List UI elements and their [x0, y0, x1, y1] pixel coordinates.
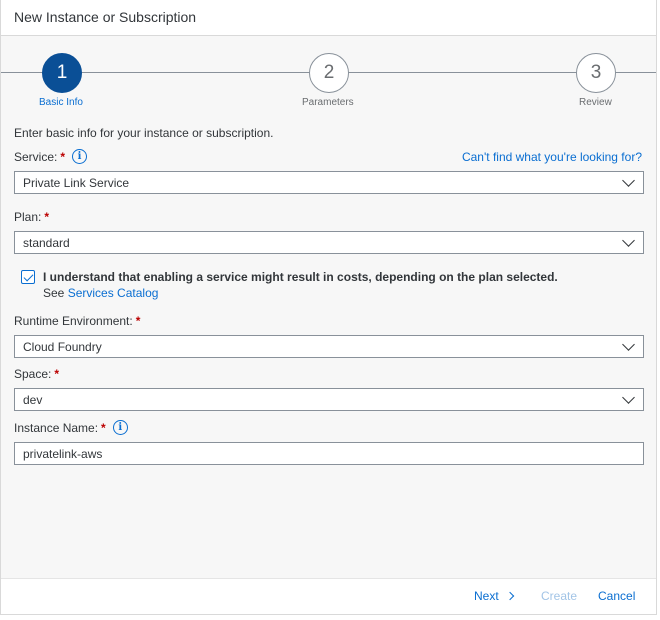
space-select[interactable]: dev	[14, 388, 644, 411]
plan-label: Plan: *	[14, 210, 49, 224]
chevron-right-icon	[505, 591, 514, 601]
chevron-down-icon[interactable]	[622, 234, 635, 247]
required-marker: *	[44, 210, 50, 224]
chevron-down-icon[interactable]	[622, 338, 635, 351]
wizard-step-1-label[interactable]: Basic Info	[39, 97, 83, 108]
create-button[interactable]: Create	[541, 589, 577, 603]
space-select-value: dev	[23, 393, 43, 407]
dialog-header: New Instance or Subscription	[1, 0, 656, 36]
dialog: New Instance or Subscription 1 Basic Inf…	[0, 0, 657, 615]
chevron-down-icon[interactable]	[622, 391, 635, 404]
dialog-title: New Instance or Subscription	[14, 9, 197, 25]
wizard-step-2[interactable]: 2	[309, 53, 349, 93]
instance-name-value: privatelink-aws	[23, 447, 103, 461]
required-marker: *	[135, 314, 141, 328]
space-label-text: Space:	[14, 367, 52, 381]
wizard-step-1[interactable]: 1	[42, 53, 82, 93]
info-icon[interactable]: i	[112, 420, 128, 435]
instance-name-input[interactable]: privatelink-aws	[14, 442, 644, 465]
help-link[interactable]: Can't find what you're looking for?	[462, 150, 642, 164]
required-marker: *	[54, 367, 60, 381]
instance-name-label: Instance Name: * i	[14, 420, 128, 435]
chevron-down-icon[interactable]	[622, 174, 635, 187]
service-select-value: Private Link Service	[23, 176, 130, 190]
cost-consent-text[interactable]: I understand that enabling a service mig…	[43, 270, 558, 284]
space-label: Space: *	[14, 367, 59, 381]
next-button[interactable]: Next	[474, 589, 514, 603]
wizard-step-2-label[interactable]: Parameters	[302, 97, 354, 108]
plan-label-text: Plan:	[14, 210, 42, 224]
wizard-step-1-number: 1	[56, 62, 68, 83]
wizard-progress: 1 Basic Info 2 Parameters 3 Review	[1, 36, 656, 116]
form-content: Enter basic info for your instance or su…	[14, 124, 645, 142]
service-select[interactable]: Private Link Service	[14, 171, 644, 194]
wizard-step-3-label[interactable]: Review	[579, 97, 612, 108]
wizard-step-2-number: 2	[323, 62, 335, 83]
plan-select[interactable]: standard	[14, 231, 644, 254]
see-text: See	[43, 286, 65, 300]
required-marker: *	[60, 149, 66, 164]
wizard-step-3[interactable]: 3	[576, 53, 616, 93]
runtime-label: Runtime Environment: *	[14, 314, 140, 328]
runtime-select[interactable]: Cloud Foundry	[14, 335, 644, 358]
instance-name-label-text: Instance Name:	[14, 420, 99, 435]
runtime-label-text: Runtime Environment:	[14, 314, 133, 328]
service-label: Service: * i	[14, 149, 88, 164]
wizard-step-3-number: 3	[590, 62, 602, 83]
services-catalog-link[interactable]: Services Catalog	[68, 286, 159, 300]
required-marker: *	[101, 420, 106, 435]
plan-select-value: standard	[23, 236, 70, 250]
cost-consent-sub: See Services Catalog	[43, 286, 158, 300]
cost-consent-checkbox[interactable]	[21, 270, 35, 284]
runtime-select-value: Cloud Foundry	[23, 340, 102, 354]
form-intro: Enter basic info for your instance or su…	[14, 126, 274, 140]
service-label-text: Service:	[14, 149, 58, 164]
cancel-button[interactable]: Cancel	[598, 589, 635, 603]
next-button-label: Next	[474, 589, 499, 603]
dialog-footer: Next Create Cancel	[1, 578, 656, 614]
info-icon[interactable]: i	[72, 149, 88, 164]
